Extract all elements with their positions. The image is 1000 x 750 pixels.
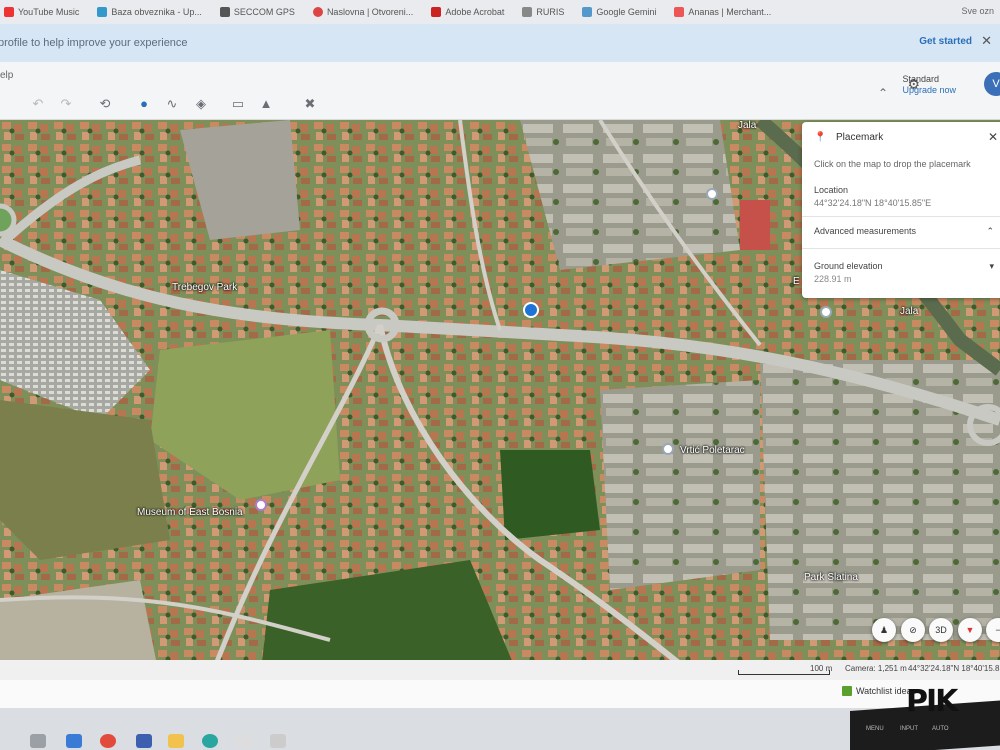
map-label-vrtic: Vrtić Poletarac bbox=[680, 445, 745, 456]
street-view-icon[interactable]: ♟ bbox=[872, 618, 896, 642]
placemark-panel: 📍 Placemark ✕ Click on the map to drop t… bbox=[802, 122, 1000, 298]
bookmark-baza[interactable]: Baza obveznika - Up... bbox=[97, 7, 202, 17]
compass-icon[interactable]: ▼ bbox=[958, 618, 982, 642]
map-label-river-jala-2: Jala bbox=[900, 306, 919, 317]
camera-altitude: Camera: 1,251 m bbox=[845, 664, 907, 673]
youtube-music-icon bbox=[4, 7, 14, 17]
bookmark-label: YouTube Music bbox=[18, 7, 80, 17]
page-icon bbox=[522, 7, 533, 17]
undo-icon[interactable]: ↶ bbox=[30, 96, 46, 112]
path-icon[interactable]: ∿ bbox=[164, 96, 180, 112]
bookmark-adobe[interactable]: Adobe Acrobat bbox=[431, 7, 504, 17]
bookmark-label: Naslovna | Otvoreni... bbox=[326, 7, 414, 17]
location-value: 44°32'24.18"N 18°40'15.85"E bbox=[814, 198, 932, 208]
info-bar: profile to help improve your experience … bbox=[0, 24, 1000, 62]
ground-elevation-value: 228.91 m bbox=[814, 274, 852, 284]
poi-icon[interactable] bbox=[706, 188, 718, 200]
bezel-button-input: INPUT bbox=[900, 726, 918, 732]
task-view-icon[interactable] bbox=[66, 734, 82, 748]
map-label-partial: E bbox=[793, 276, 800, 287]
history-icon[interactable]: ⟲ bbox=[97, 96, 113, 112]
bookmark-label: Ananas | Merchant... bbox=[688, 7, 772, 17]
get-started-button[interactable]: Get started bbox=[919, 36, 972, 47]
bookmark-label: RURIS bbox=[536, 7, 565, 17]
plan-info[interactable]: Standard Upgrade now bbox=[902, 74, 956, 96]
search-icon[interactable] bbox=[30, 734, 46, 748]
placemark-title: Placemark bbox=[836, 132, 884, 143]
locate-icon[interactable]: ⊘ bbox=[901, 618, 925, 642]
ground-elevation-label: Ground elevation bbox=[814, 261, 883, 271]
image-icon[interactable]: ▲ bbox=[258, 96, 274, 112]
app-icon[interactable] bbox=[136, 734, 152, 748]
museum-poi-icon[interactable] bbox=[255, 499, 267, 511]
ruler-icon[interactable]: ▭ bbox=[230, 96, 246, 112]
chevron-up-icon[interactable]: ⌃ bbox=[878, 86, 888, 100]
cursor-coordinates: 44°32'24.18"N 18°40'15.85"E bbox=[908, 664, 1000, 673]
scale-label: 100 m bbox=[810, 664, 833, 673]
bookmark-label: Baza obveznika - Up... bbox=[111, 7, 202, 17]
placemark-icon[interactable]: ● bbox=[136, 96, 152, 112]
bookmarks-bar: YouTube Music Baza obveznika - Up... SEC… bbox=[0, 0, 1000, 24]
close-icon[interactable]: ✕ bbox=[981, 33, 992, 49]
app-toolbar: elp ↶ ↷ ⟲ ● ∿ ◈ ▭ ▲ ✖ ⌃ ⚙ Standard Upgra… bbox=[0, 62, 1000, 120]
chevron-down-icon[interactable]: ▾ bbox=[989, 261, 994, 272]
upgrade-link[interactable]: Upgrade now bbox=[902, 85, 956, 96]
placemark-icon: 📍 bbox=[814, 132, 827, 143]
bookmark-ruris[interactable]: RURIS bbox=[522, 7, 564, 17]
layers-icon[interactable]: ◈ bbox=[193, 96, 209, 112]
screen: YouTube Music Baza obveznika - Up... SEC… bbox=[0, 0, 1000, 750]
edge-icon[interactable] bbox=[202, 734, 218, 748]
avatar[interactable]: V bbox=[984, 72, 1000, 96]
gemini-icon bbox=[582, 7, 593, 17]
chevron-up-icon[interactable]: ⌃ bbox=[986, 226, 994, 237]
map-label-park-slatina: Park Slatina bbox=[804, 572, 858, 583]
bookmark-youtube-music[interactable]: YouTube Music bbox=[4, 7, 79, 17]
map-label-trebegov-park: Trebegov Park bbox=[172, 282, 238, 293]
close-icon[interactable]: ✕ bbox=[988, 130, 998, 144]
chrome-icon[interactable] bbox=[100, 734, 116, 748]
bezel-button-menu: MENU bbox=[866, 726, 884, 732]
app-icon[interactable] bbox=[270, 734, 286, 748]
bookmark-label: Adobe Acrobat bbox=[445, 7, 505, 17]
chart-icon bbox=[842, 686, 852, 696]
advanced-measurements-toggle[interactable]: Advanced measurements bbox=[814, 226, 916, 236]
info-message: profile to help improve your experience bbox=[0, 37, 188, 49]
bookmark-label: SECCOM GPS bbox=[233, 7, 295, 17]
map-label-museum: Museum of East Bosnia bbox=[137, 507, 243, 518]
location-label: Location bbox=[814, 185, 849, 195]
bookmark-label: Google Gemini bbox=[596, 7, 657, 17]
app-icon[interactable] bbox=[236, 734, 252, 748]
tools-icon[interactable]: ✖ bbox=[302, 96, 318, 112]
status-bar: 100 m Camera: 1,251 m 44°32'24.18"N 18°4… bbox=[0, 660, 1000, 680]
cross-icon bbox=[219, 7, 230, 17]
bezel-button-auto: AUTO bbox=[932, 726, 949, 732]
lower-strip: Watchlist ideas bbox=[0, 680, 1000, 708]
plan-title: Standard bbox=[902, 74, 939, 84]
bookmark-seccom[interactable]: SECCOM GPS bbox=[219, 7, 295, 17]
placemark-hint: Click on the map to drop the placemark bbox=[814, 159, 971, 169]
globe-icon bbox=[312, 7, 323, 17]
ananas-icon bbox=[674, 7, 685, 17]
divider bbox=[802, 248, 1000, 249]
map-label-river-jala: Jala bbox=[738, 120, 757, 131]
divider bbox=[802, 216, 1000, 217]
bookmark-gemini[interactable]: Google Gemini bbox=[582, 7, 656, 17]
redo-icon[interactable]: ↷ bbox=[58, 96, 74, 112]
acrobat-icon bbox=[431, 7, 442, 17]
toggle-3d-button[interactable]: 3D bbox=[929, 618, 953, 642]
all-bookmarks[interactable]: Sve ozn bbox=[961, 6, 994, 16]
help-menu[interactable]: elp bbox=[0, 70, 13, 81]
bookmark-naslovna[interactable]: Naslovna | Otvoreni... bbox=[312, 7, 414, 17]
bookmark-ananas[interactable]: Ananas | Merchant... bbox=[674, 7, 771, 17]
poi-icon[interactable] bbox=[820, 306, 832, 318]
page-icon bbox=[97, 7, 108, 17]
watermark-logo: PIK bbox=[906, 684, 958, 719]
school-poi-icon[interactable] bbox=[662, 443, 674, 455]
folder-icon[interactable] bbox=[168, 734, 184, 748]
